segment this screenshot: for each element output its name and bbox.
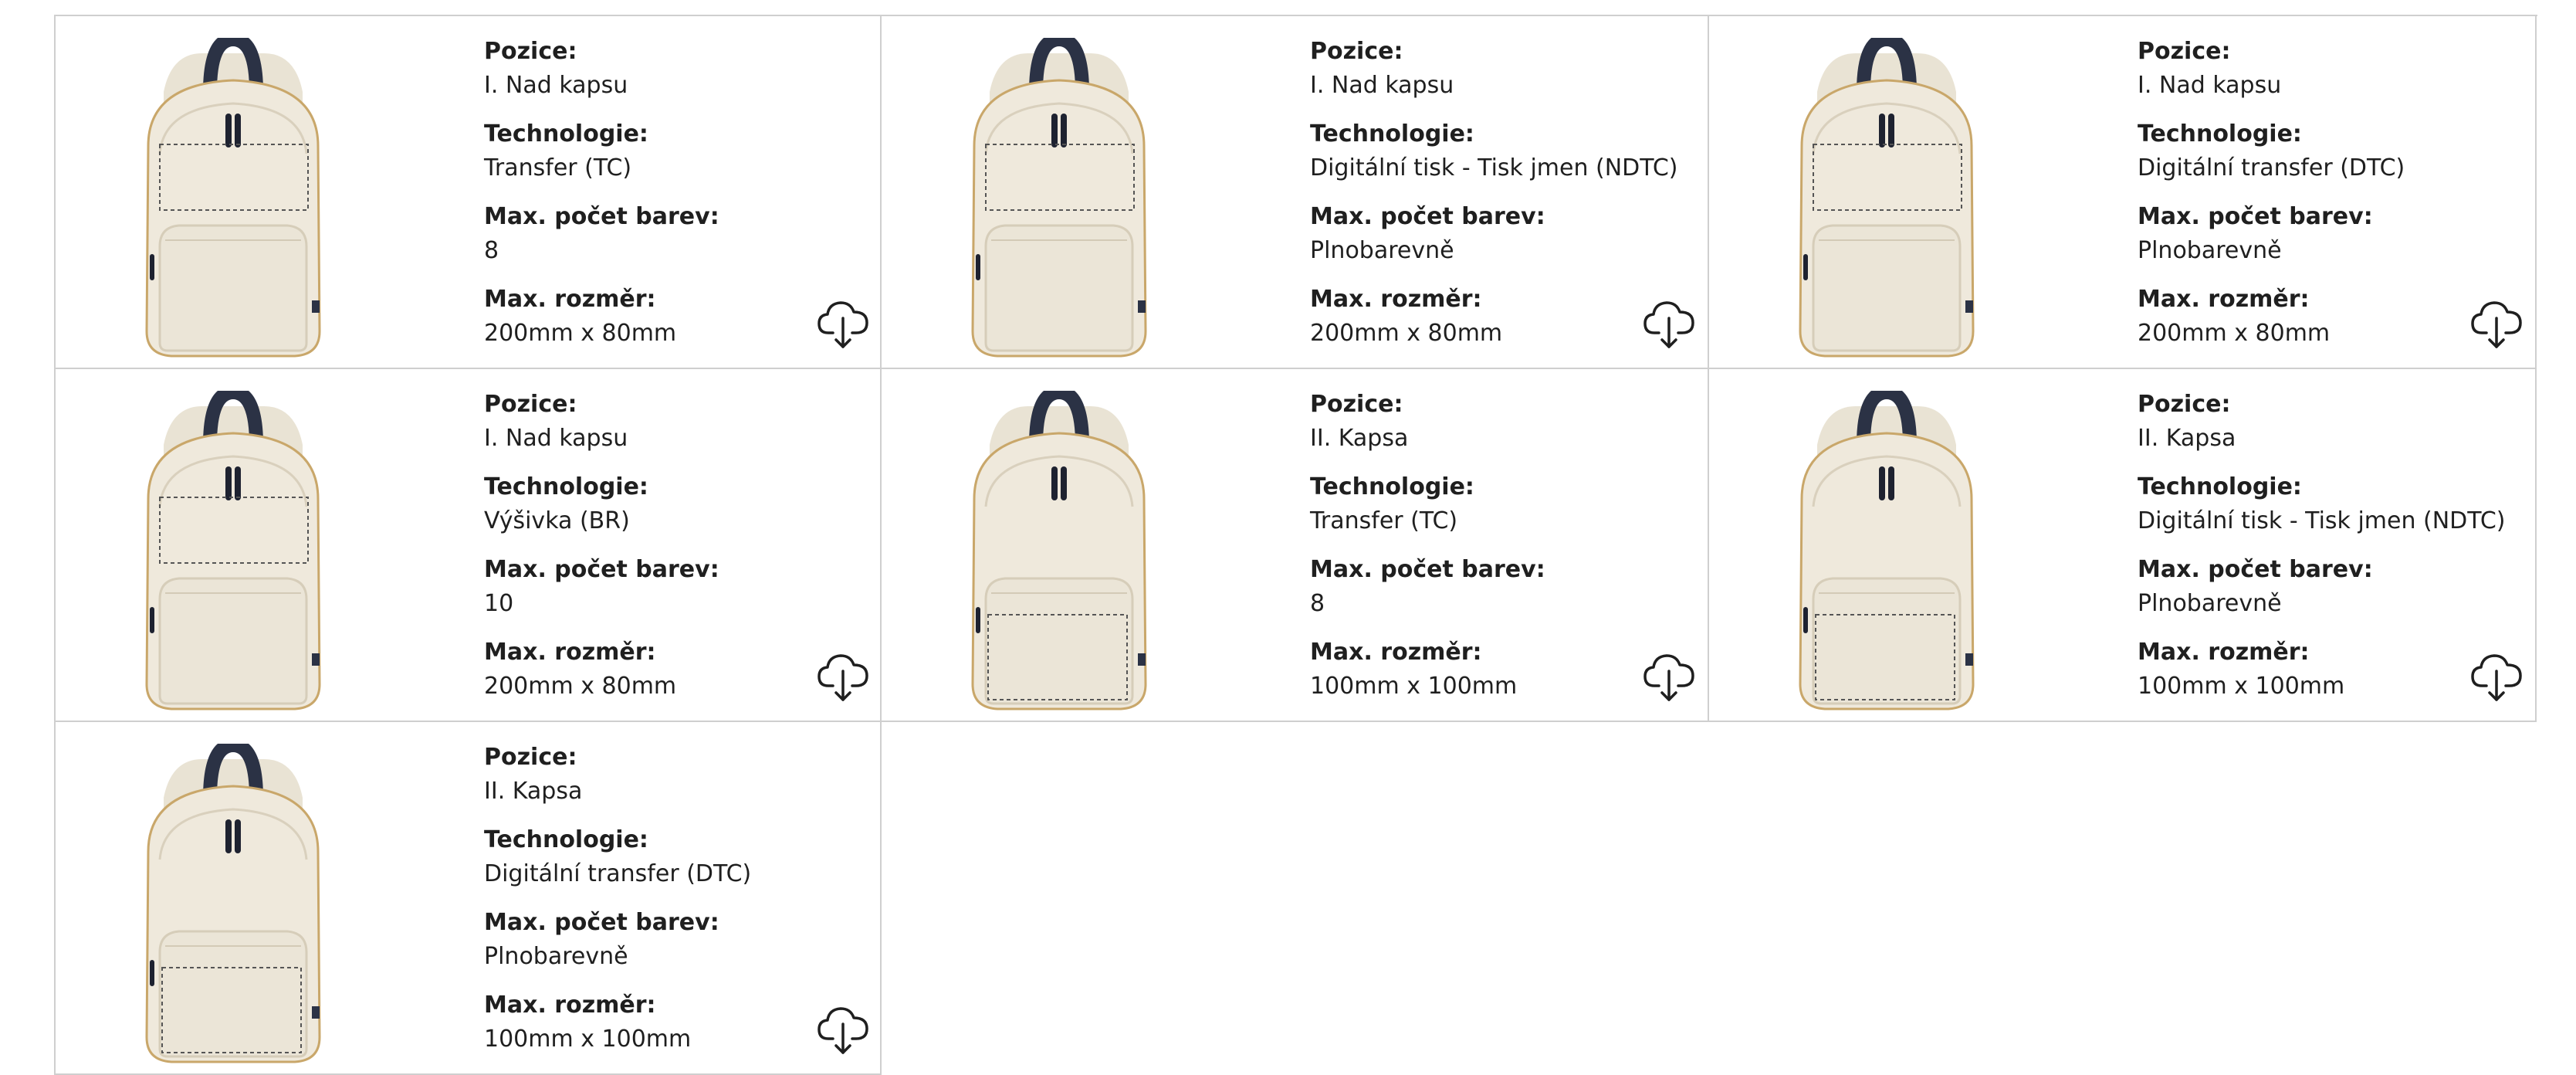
max-size-label: Max. rozměr: (484, 639, 656, 666)
max-colors-label: Max. počet barev: (2138, 203, 2373, 230)
position-value: I. Nad kapsu (484, 425, 628, 452)
max-colors-value: Plnobarevně (2138, 590, 2282, 617)
max-size-label: Max. rozměr: (2138, 286, 2310, 313)
position-value: II. Kapsa (2138, 425, 2236, 452)
technology-label: Technologie: (484, 120, 648, 148)
position-label: Pozice: (484, 391, 577, 418)
backpack-image (1771, 391, 2002, 715)
position-value: II. Kapsa (1310, 425, 1409, 452)
backpack-image (117, 38, 349, 362)
position-label: Pozice: (484, 38, 577, 65)
cloud-download-icon[interactable] (1642, 297, 1696, 351)
print-option-card: Pozice: II. Kapsa Technologie: Transfer … (880, 369, 1709, 722)
position-label: Pozice: (2138, 391, 2231, 418)
technology-value: Transfer (TC) (1310, 507, 1458, 534)
max-size-label: Max. rozměr: (2138, 639, 2310, 666)
technology-label: Technologie: (484, 826, 648, 853)
print-option-card: Pozice: I. Nad kapsu Technologie: Digitá… (1708, 16, 2537, 369)
print-option-details: Pozice: II. Kapsa Technologie: Digitální… (2138, 388, 2524, 718)
print-option-details: Pozice: I. Nad kapsu Technologie: Digitá… (2138, 35, 2524, 365)
backpack-image (117, 391, 349, 715)
position-label: Pozice: (1310, 391, 1403, 418)
cloud-download-icon[interactable] (816, 297, 870, 351)
backpack-image (117, 744, 349, 1068)
technology-label: Technologie: (2138, 120, 2302, 148)
max-size-value: 200mm x 80mm (484, 673, 677, 700)
technology-value: Digitální tisk - Tisk jmen (NDTC) (2138, 507, 2506, 534)
max-colors-value: Plnobarevně (1310, 237, 1454, 264)
position-label: Pozice: (2138, 38, 2231, 65)
max-size-label: Max. rozměr: (1310, 286, 1482, 313)
technology-label: Technologie: (2138, 473, 2302, 500)
technology-value: Digitální transfer (DTC) (484, 860, 752, 887)
backpack-image (943, 391, 1175, 715)
max-colors-label: Max. počet barev: (1310, 556, 1545, 583)
print-option-details: Pozice: II. Kapsa Technologie: Digitální… (484, 741, 870, 1071)
cloud-download-icon[interactable] (2469, 650, 2524, 704)
technology-label: Technologie: (1310, 473, 1474, 500)
print-option-card: Pozice: I. Nad kapsu Technologie: Digitá… (880, 16, 1709, 369)
max-colors-value: Plnobarevně (484, 943, 628, 970)
max-colors-label: Max. počet barev: (484, 909, 719, 936)
technology-value: Digitální transfer (DTC) (2138, 154, 2405, 181)
technology-value: Digitální tisk - Tisk jmen (NDTC) (1310, 154, 1678, 181)
max-colors-value: 8 (1310, 590, 1325, 617)
max-size-value: 100mm x 100mm (1310, 673, 1518, 700)
max-size-value: 200mm x 80mm (2138, 320, 2331, 347)
technology-label: Technologie: (484, 473, 648, 500)
position-value: II. Kapsa (484, 778, 583, 805)
max-size-value: 200mm x 80mm (1310, 320, 1503, 347)
cloud-download-icon[interactable] (816, 650, 870, 704)
print-option-details: Pozice: I. Nad kapsu Technologie: Digitá… (1310, 35, 1696, 365)
max-size-label: Max. rozměr: (484, 286, 656, 313)
max-colors-label: Max. počet barev: (484, 556, 719, 583)
position-value: I. Nad kapsu (2138, 72, 2282, 99)
backpack-image (1771, 38, 2002, 362)
position-value: I. Nad kapsu (1310, 72, 1454, 99)
max-size-value: 200mm x 80mm (484, 320, 677, 347)
max-size-label: Max. rozměr: (1310, 639, 1482, 666)
print-option-details: Pozice: I. Nad kapsu Technologie: Transf… (484, 35, 870, 365)
print-option-card: Pozice: I. Nad kapsu Technologie: Výšivk… (54, 369, 882, 722)
print-option-card: Pozice: II. Kapsa Technologie: Digitální… (54, 722, 882, 1075)
print-option-card: Pozice: I. Nad kapsu Technologie: Transf… (54, 16, 882, 369)
max-colors-value: 10 (484, 590, 514, 617)
print-option-details: Pozice: II. Kapsa Technologie: Transfer … (1310, 388, 1696, 718)
max-colors-label: Max. počet barev: (2138, 556, 2373, 583)
max-colors-value: Plnobarevně (2138, 237, 2282, 264)
max-colors-label: Max. počet barev: (484, 203, 719, 230)
backpack-image (943, 38, 1175, 362)
technology-value: Transfer (TC) (484, 154, 632, 181)
position-label: Pozice: (1310, 38, 1403, 65)
print-option-details: Pozice: I. Nad kapsu Technologie: Výšivk… (484, 388, 870, 718)
position-value: I. Nad kapsu (484, 72, 628, 99)
print-options-grid: Pozice: I. Nad kapsu Technologie: Transf… (54, 15, 2537, 1075)
max-size-value: 100mm x 100mm (2138, 673, 2345, 700)
technology-value: Výšivka (BR) (484, 507, 630, 534)
technology-label: Technologie: (1310, 120, 1474, 148)
max-size-value: 100mm x 100mm (484, 1026, 692, 1053)
print-option-card: Pozice: II. Kapsa Technologie: Digitální… (1708, 369, 2537, 722)
max-colors-value: 8 (484, 237, 499, 264)
max-colors-label: Max. počet barev: (1310, 203, 1545, 230)
cloud-download-icon[interactable] (816, 1003, 870, 1057)
position-label: Pozice: (484, 744, 577, 771)
cloud-download-icon[interactable] (1642, 650, 1696, 704)
max-size-label: Max. rozměr: (484, 992, 656, 1019)
cloud-download-icon[interactable] (2469, 297, 2524, 351)
